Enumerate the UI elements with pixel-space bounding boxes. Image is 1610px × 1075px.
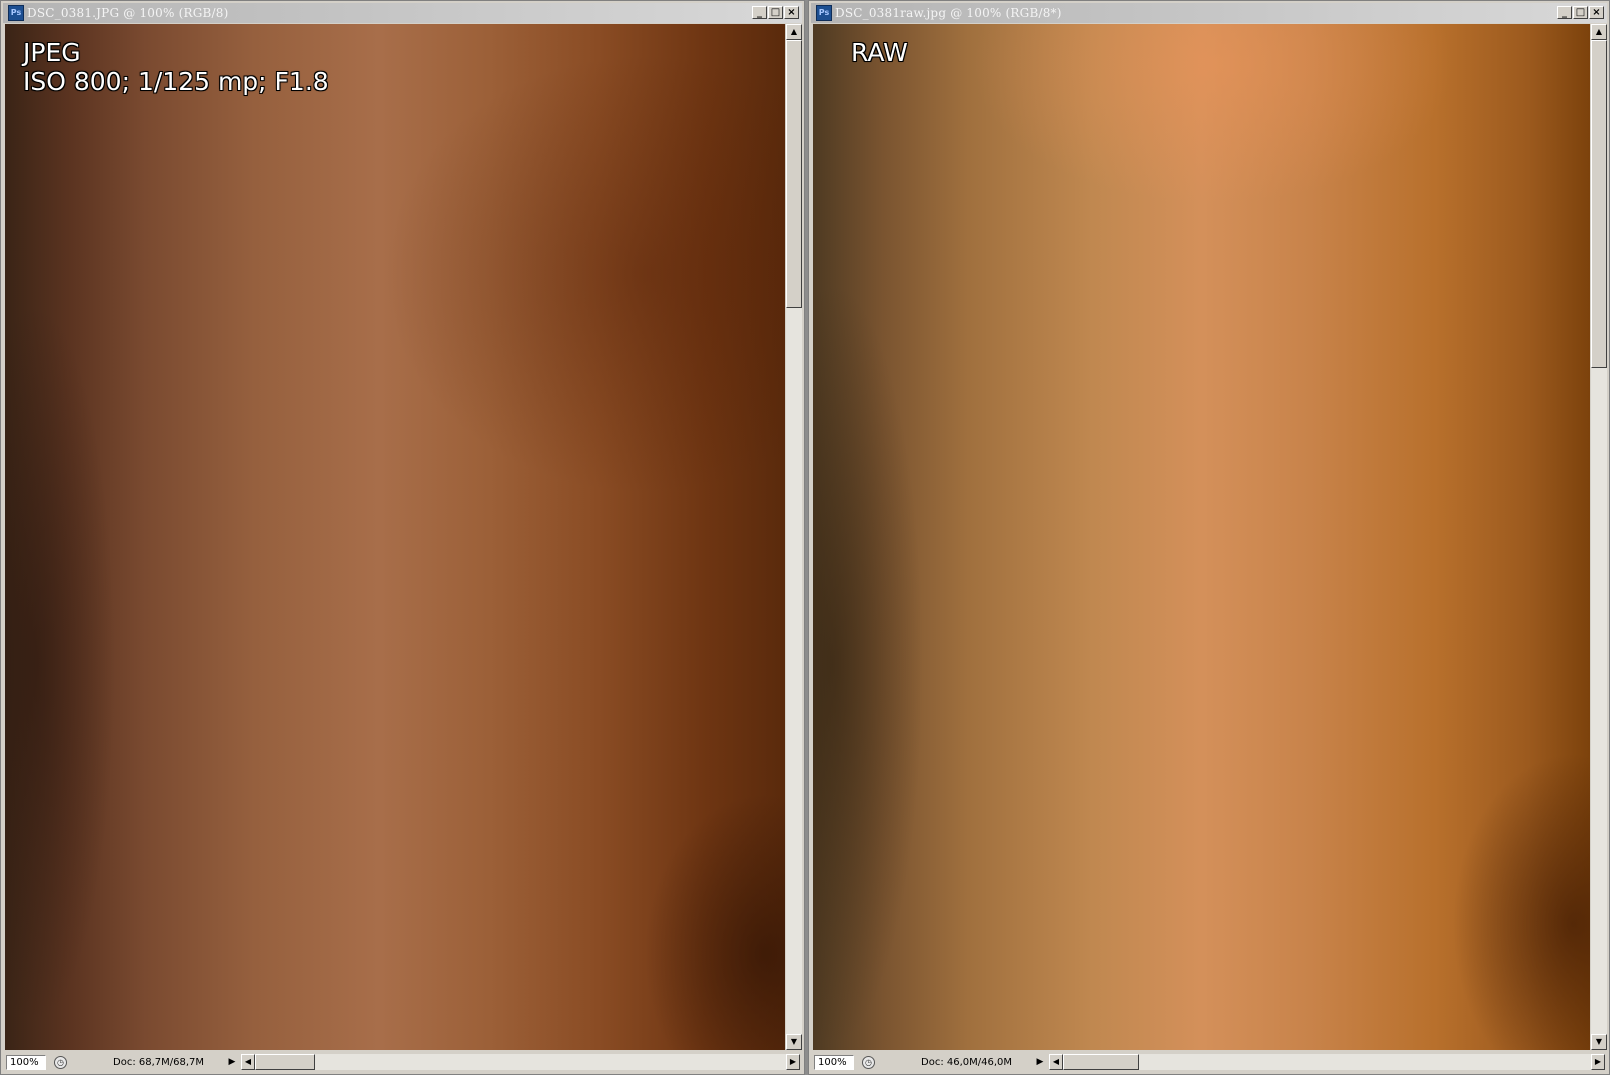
vertical-scrollbar[interactable]: ▲ ▼ — [1591, 24, 1607, 1050]
document-window-jpeg[interactable]: Ps DSC_0381.JPG @ 100% (RGB/8) _ □ × JPE… — [0, 0, 805, 1075]
arrow-right-icon[interactable]: ▶ — [786, 1054, 800, 1070]
document-window-raw[interactable]: Ps DSC_0381raw.jpg @ 100% (RGB/8*) _ □ ×… — [808, 0, 1610, 1075]
caption-format: RAW — [851, 38, 908, 67]
zoom-field[interactable]: 100% — [6, 1054, 46, 1070]
vertical-scrollbar[interactable]: ▲ ▼ — [786, 24, 802, 1050]
arrow-up-icon[interactable]: ▲ — [786, 24, 802, 40]
doc-size-info: Doc: 68,7M/68,7M — [113, 1056, 205, 1068]
arrow-right-icon[interactable]: ▶ — [1591, 1054, 1605, 1070]
image-caption: JPEG ISO 800; 1/125 mp; F1.8 — [23, 38, 329, 96]
image-caption: RAW — [851, 38, 908, 67]
arrow-up-icon[interactable]: ▲ — [1591, 24, 1607, 40]
close-icon[interactable]: × — [1589, 6, 1604, 19]
photoshop-icon: Ps — [8, 5, 24, 21]
arrow-down-icon[interactable]: ▼ — [786, 1034, 802, 1050]
close-icon[interactable]: × — [784, 6, 799, 19]
status-info-icon[interactable]: ◷ — [54, 1055, 67, 1069]
photoshop-icon: Ps — [816, 5, 832, 21]
status-info-icon[interactable]: ◷ — [862, 1055, 875, 1069]
window-controls: _ □ × — [752, 6, 799, 19]
image-canvas[interactable]: RAW — [813, 24, 1590, 1050]
window-title: DSC_0381.JPG @ 100% (RGB/8) — [27, 6, 229, 20]
horizontal-scrollbar[interactable]: ◀ ▶ — [1049, 1054, 1605, 1070]
vertical-scroll-thumb[interactable] — [786, 40, 802, 308]
maximize-icon[interactable]: □ — [1573, 6, 1588, 19]
minimize-icon[interactable]: _ — [752, 6, 767, 19]
horizontal-scrollbar[interactable]: ◀ ▶ — [241, 1054, 800, 1070]
status-menu-arrow-icon[interactable]: ▶ — [1035, 1057, 1045, 1067]
horizontal-scroll-thumb[interactable] — [1063, 1054, 1139, 1070]
arrow-left-icon[interactable]: ◀ — [1049, 1054, 1063, 1070]
caption-exposure: ISO 800; 1/125 mp; F1.8 — [23, 67, 329, 96]
arrow-down-icon[interactable]: ▼ — [1591, 1034, 1607, 1050]
arrow-left-icon[interactable]: ◀ — [241, 1054, 255, 1070]
image-canvas[interactable]: JPEG ISO 800; 1/125 mp; F1.8 — [5, 24, 785, 1050]
window-titlebar[interactable]: Ps DSC_0381.JPG @ 100% (RGB/8) _ □ × — [3, 3, 802, 23]
minimize-icon[interactable]: _ — [1557, 6, 1572, 19]
status-bar: 100% ◷ Doc: 68,7M/68,7M ▶ ◀ ▶ — [3, 1052, 802, 1072]
status-bar: 100% ◷ Doc: 46,0M/46,0M ▶ ◀ ▶ — [811, 1052, 1607, 1072]
window-titlebar[interactable]: Ps DSC_0381raw.jpg @ 100% (RGB/8*) _ □ × — [811, 3, 1607, 23]
doc-size-info: Doc: 46,0M/46,0M — [921, 1056, 1013, 1068]
zoom-field[interactable]: 100% — [814, 1054, 854, 1070]
window-title: DSC_0381raw.jpg @ 100% (RGB/8*) — [835, 6, 1062, 20]
horizontal-scroll-thumb[interactable] — [255, 1054, 315, 1070]
vertical-scroll-thumb[interactable] — [1591, 40, 1607, 368]
maximize-icon[interactable]: □ — [768, 6, 783, 19]
status-menu-arrow-icon[interactable]: ▶ — [227, 1057, 237, 1067]
caption-format: JPEG — [23, 38, 81, 67]
window-controls: _ □ × — [1557, 6, 1604, 19]
